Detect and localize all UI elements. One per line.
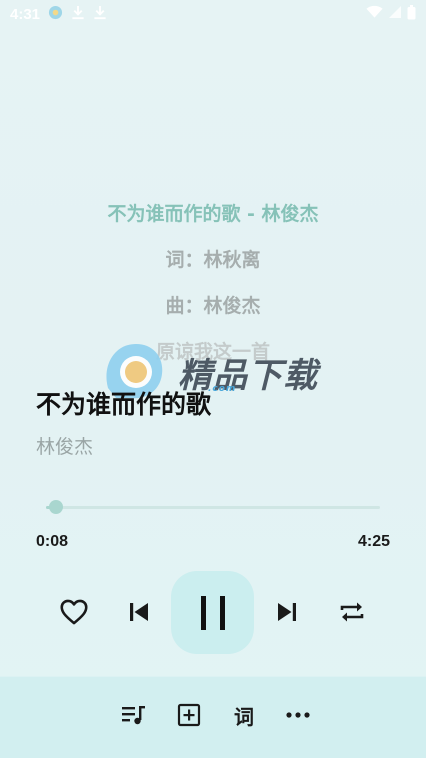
heart-outline-icon: [60, 599, 88, 625]
status-left: 4:31: [10, 5, 107, 24]
queue-music-icon: [122, 706, 145, 725]
watermark-sub: .com: [208, 383, 237, 394]
more-horizontal-icon: [286, 712, 310, 718]
more-button[interactable]: [280, 697, 316, 733]
progress-thumb[interactable]: [49, 500, 64, 514]
add-to-playlist-button[interactable]: [171, 697, 207, 733]
status-bar: 4:31: [0, 0, 426, 28]
download-icon: [71, 5, 85, 24]
pause-icon: [200, 595, 225, 630]
lyric-line-current: 不为谁而作的歌 - 林俊杰: [107, 203, 319, 225]
battery-icon: [407, 4, 416, 24]
wifi-icon: [366, 5, 383, 23]
bottom-toolbar: 词: [0, 676, 426, 758]
song-title: 不为谁而作的歌: [36, 390, 212, 419]
add-box-icon: [177, 703, 201, 727]
lyric-line: 曲：林俊杰: [165, 295, 261, 317]
playlist-button[interactable]: [116, 697, 152, 733]
current-time: 0:08: [36, 533, 69, 550]
total-time: 4:25: [357, 533, 390, 550]
repeat-button[interactable]: [333, 594, 371, 630]
skip-previous-icon: [130, 603, 148, 621]
lyric-line: 词：林秋离: [165, 249, 261, 271]
download-icon-2: [93, 5, 107, 24]
repeat-icon: [340, 602, 364, 622]
song-artist[interactable]: 林俊杰: [36, 432, 93, 459]
playback-controls: [0, 570, 426, 654]
previous-button[interactable]: [122, 594, 156, 630]
status-time: 4:31: [10, 5, 41, 23]
lyrics-button[interactable]: 词: [226, 697, 262, 733]
signal-icon: [388, 5, 402, 23]
skip-next-icon: [278, 603, 296, 621]
lyrics-button-label: 词: [234, 704, 254, 729]
progress-slider[interactable]: [46, 500, 380, 514]
app-notification-icon: [48, 5, 63, 24]
play-pause-button[interactable]: [171, 571, 254, 654]
status-right: [366, 4, 416, 24]
favorite-button[interactable]: [56, 594, 92, 630]
next-button[interactable]: [270, 594, 304, 630]
